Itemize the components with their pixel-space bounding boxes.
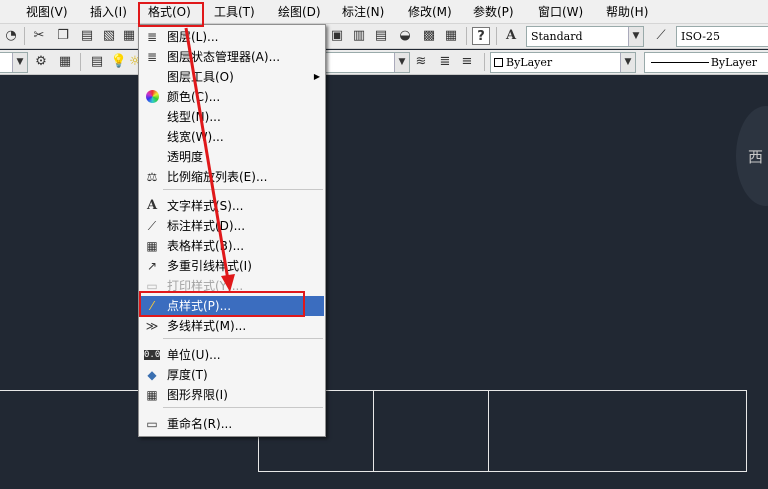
layer-iso-icon[interactable]: ≡ bbox=[458, 53, 476, 71]
drawing-line bbox=[258, 471, 746, 472]
text-style-combo[interactable]: Standard ▼ bbox=[526, 26, 644, 47]
linetype-sample bbox=[651, 62, 709, 63]
toolbar-divider bbox=[484, 53, 485, 71]
calculator-icon[interactable]: ▩ bbox=[420, 27, 438, 45]
menu-item-dim-style[interactable]: ⟋ 标注样式(D)... bbox=[140, 216, 324, 236]
mleader-style-icon: ↗ bbox=[146, 259, 158, 273]
drawing-line bbox=[488, 390, 489, 472]
text-style-icon: A bbox=[146, 198, 158, 213]
drawing-line bbox=[746, 390, 747, 472]
menu-separator bbox=[163, 338, 323, 339]
submenu-arrow-icon: ▶ bbox=[313, 72, 320, 81]
point-style-highlight-box bbox=[139, 291, 305, 317]
units-icon: 0.0 bbox=[144, 350, 161, 360]
toolbar-divider bbox=[80, 53, 81, 71]
menu-item-lineweight[interactable]: 线宽(W)... bbox=[140, 127, 324, 147]
color-swatch bbox=[494, 58, 503, 67]
layer-combo[interactable]: ▼ bbox=[0, 52, 28, 73]
layer-name-combo[interactable]: ▼ bbox=[326, 52, 410, 73]
grid-icon[interactable]: ▦ bbox=[442, 27, 460, 45]
menu-separator bbox=[163, 189, 323, 190]
toolbar-divider bbox=[496, 27, 497, 45]
menu-item-thickness[interactable]: ◆ 厚度(T) bbox=[140, 365, 324, 385]
menu-item-rename[interactable]: ▭ 重命名(R)... bbox=[140, 414, 324, 434]
chevron-down-icon[interactable]: ▼ bbox=[12, 53, 27, 72]
menu-item-linetype[interactable]: 线型(N)... bbox=[140, 107, 324, 127]
scale-list-icon: ⚖ bbox=[146, 170, 158, 184]
help-icon[interactable]: ? bbox=[472, 27, 490, 45]
dim-style-icon[interactable]: ⟋ bbox=[652, 27, 670, 45]
menu-draw[interactable]: 绘图(D) bbox=[278, 3, 321, 21]
menu-parametric[interactable]: 参数(P) bbox=[473, 3, 514, 21]
menu-item-transparency[interactable]: 透明度 bbox=[140, 147, 324, 167]
dim-style-icon: ⟋ bbox=[147, 219, 157, 233]
menu-item-mleader-style[interactable]: ↗ 多重引线样式(I) bbox=[140, 256, 324, 276]
viewcube-west-label[interactable]: 西 bbox=[748, 146, 763, 167]
chevron-down-icon[interactable]: ▼ bbox=[394, 53, 409, 72]
color-wheel-icon bbox=[144, 89, 160, 105]
menu-window[interactable]: 窗口(W) bbox=[538, 3, 583, 21]
table-style-icon: ▦ bbox=[146, 239, 158, 253]
menu-modify[interactable]: 修改(M) bbox=[408, 3, 452, 21]
quickcalc-icon[interactable]: ◒ bbox=[396, 27, 414, 45]
drawing-canvas[interactable] bbox=[0, 76, 768, 489]
linetype-combo[interactable]: ByLayer bbox=[644, 52, 768, 73]
menu-dimension[interactable]: 标注(N) bbox=[342, 3, 384, 21]
tool-palette-icon[interactable]: ▣ bbox=[328, 27, 346, 45]
sheet-set-icon[interactable]: ▥ bbox=[350, 27, 368, 45]
layer-state-icon: ≣ bbox=[146, 50, 158, 64]
layer-icon: ≣ bbox=[146, 30, 158, 44]
menu-item-layer-state-manager[interactable]: ≣ 图层状态管理器(A)... bbox=[140, 47, 324, 67]
settings-gear-icon[interactable]: ⚙ bbox=[32, 53, 50, 71]
markup-icon[interactable]: ▤ bbox=[372, 27, 390, 45]
limits-icon: ▦ bbox=[146, 388, 158, 402]
menu-item-layer-tools[interactable]: 图层工具(O) ▶ bbox=[140, 67, 324, 87]
copy-icon[interactable]: ❐ bbox=[54, 27, 72, 45]
rename-icon: ▭ bbox=[146, 417, 158, 431]
brush-icon[interactable]: ▦ bbox=[120, 27, 138, 45]
menu-item-mline-style[interactable]: ≫ 多线样式(M)... bbox=[140, 316, 324, 336]
menu-tools[interactable]: 工具(T) bbox=[214, 3, 255, 21]
menu-item-drawing-limits[interactable]: ▦ 图形界限(I) bbox=[140, 385, 324, 405]
properties-icon[interactable]: ◔ bbox=[2, 27, 20, 45]
menu-bar: 视图(V) 插入(I) 格式(O) 工具(T) 绘图(D) 标注(N) 修改(M… bbox=[0, 0, 768, 24]
cut-icon[interactable]: ✂ bbox=[30, 27, 48, 45]
layer-previous-icon[interactable]: ▤ bbox=[88, 53, 106, 71]
layer-match-icon[interactable]: ≣ bbox=[436, 53, 454, 71]
toolbar-divider bbox=[24, 27, 25, 45]
dim-style-value: ISO-25 bbox=[681, 30, 721, 43]
menu-item-text-style[interactable]: A 文字样式(S)... bbox=[140, 196, 324, 216]
drawing-line bbox=[373, 390, 374, 472]
menu-item-color[interactable]: 颜色(C)... bbox=[140, 87, 324, 107]
menu-item-units[interactable]: 0.0 单位(U)... bbox=[140, 345, 324, 365]
chevron-down-icon[interactable]: ▼ bbox=[628, 27, 643, 46]
color-combo[interactable]: ByLayer ▼ bbox=[490, 52, 636, 73]
menu-item-layer[interactable]: ≣ 图层(L)... bbox=[140, 27, 324, 47]
menu-separator bbox=[163, 407, 323, 408]
menu-insert[interactable]: 插入(I) bbox=[90, 3, 127, 21]
linetype-combo-value: ByLayer bbox=[710, 56, 757, 69]
layer-states-icon[interactable]: ▦ bbox=[56, 53, 74, 71]
make-current-icon[interactable]: ≋ bbox=[412, 53, 430, 71]
standard-toolbar: ◔ ✂ ❐ ▤ ▧ ▦ ▣ ▥ ▤ ◒ ▩ ▦ ? A Standard ▼ ⟋… bbox=[0, 24, 768, 49]
text-style-value: Standard bbox=[531, 30, 583, 43]
color-combo-value: ByLayer bbox=[506, 56, 553, 69]
format-menu-dropdown: ≣ 图层(L)... ≣ 图层状态管理器(A)... 图层工具(O) ▶ 颜色(… bbox=[138, 24, 326, 437]
chevron-down-icon[interactable]: ▼ bbox=[620, 53, 635, 72]
paste-icon[interactable]: ▤ bbox=[78, 27, 96, 45]
menu-help[interactable]: 帮助(H) bbox=[606, 3, 648, 21]
menu-item-scale-list[interactable]: ⚖ 比例缩放列表(E)... bbox=[140, 167, 324, 187]
menu-item-table-style[interactable]: ▦ 表格样式(B)... bbox=[140, 236, 324, 256]
thickness-icon: ◆ bbox=[147, 368, 157, 382]
toolbar-divider bbox=[466, 27, 467, 45]
mline-style-icon: ≫ bbox=[145, 319, 159, 333]
menu-view[interactable]: 视图(V) bbox=[26, 3, 68, 21]
layers-toolbar: ▼ ⚙ ▦ ▤ 💡 ☼ ▼ ≋ ≣ ≡ ByLayer ▼ ByLayer bbox=[0, 50, 768, 75]
dim-style-combo[interactable]: ISO-25 bbox=[676, 26, 768, 47]
match-properties-icon[interactable]: ▧ bbox=[100, 27, 118, 45]
format-menu-highlight-box bbox=[138, 2, 204, 27]
text-style-icon[interactable]: A bbox=[502, 27, 520, 45]
